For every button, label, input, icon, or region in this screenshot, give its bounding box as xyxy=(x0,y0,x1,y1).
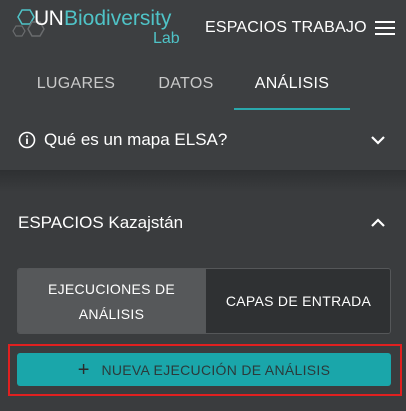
logo-un-text: UN xyxy=(34,7,64,30)
elsa-info-expander[interactable]: Qué es un mapa ELSA? xyxy=(0,110,406,170)
executions-label-line2: ANÁLISIS xyxy=(78,306,145,322)
new-analysis-run-button[interactable]: + NUEVA EJECUCIÓN DE ANÁLISIS xyxy=(17,353,391,386)
plus-icon: + xyxy=(77,358,90,381)
tab-lugares[interactable]: LUGARES xyxy=(20,58,132,110)
workspaces-link[interactable]: ESPACIOS TRABAJO xyxy=(205,19,367,37)
logo-lab-text: Lab xyxy=(153,30,180,47)
hamburger-icon[interactable] xyxy=(375,20,395,36)
app-header: UN Biodiversity Lab ESPACIOS TRABAJO xyxy=(0,0,406,58)
elsa-info-label: Qué es un mapa ELSA? xyxy=(44,130,228,149)
section-divider xyxy=(0,170,406,192)
logo-biodiversity-text: Biodiversity xyxy=(64,7,172,30)
executions-label-line1: EJECUCIONES DE xyxy=(47,281,176,297)
chevron-down-icon[interactable] xyxy=(370,135,386,145)
chevron-up-icon[interactable] xyxy=(370,218,386,228)
section-title[interactable]: ESPACIOS Kazajstán xyxy=(18,213,183,233)
tab-bar: LUGARES DATOS ANÁLISIS xyxy=(0,58,406,110)
tab-datos[interactable]: DATOS xyxy=(130,58,242,110)
executions-toggle-button[interactable]: EJECUCIONES DE ANÁLISIS xyxy=(18,269,205,333)
info-icon xyxy=(18,131,36,149)
tab-analisis[interactable]: ANÁLISIS xyxy=(234,58,350,110)
view-toggle: EJECUCIONES DE ANÁLISIS CAPAS DE ENTRADA xyxy=(17,268,391,334)
new-analysis-run-label: NUEVA EJECUCIÓN DE ANÁLISIS xyxy=(101,361,331,378)
unbiodiversity-lab-logo[interactable]: UN Biodiversity Lab xyxy=(12,4,182,54)
input-layers-toggle-button[interactable]: CAPAS DE ENTRADA xyxy=(205,269,390,333)
